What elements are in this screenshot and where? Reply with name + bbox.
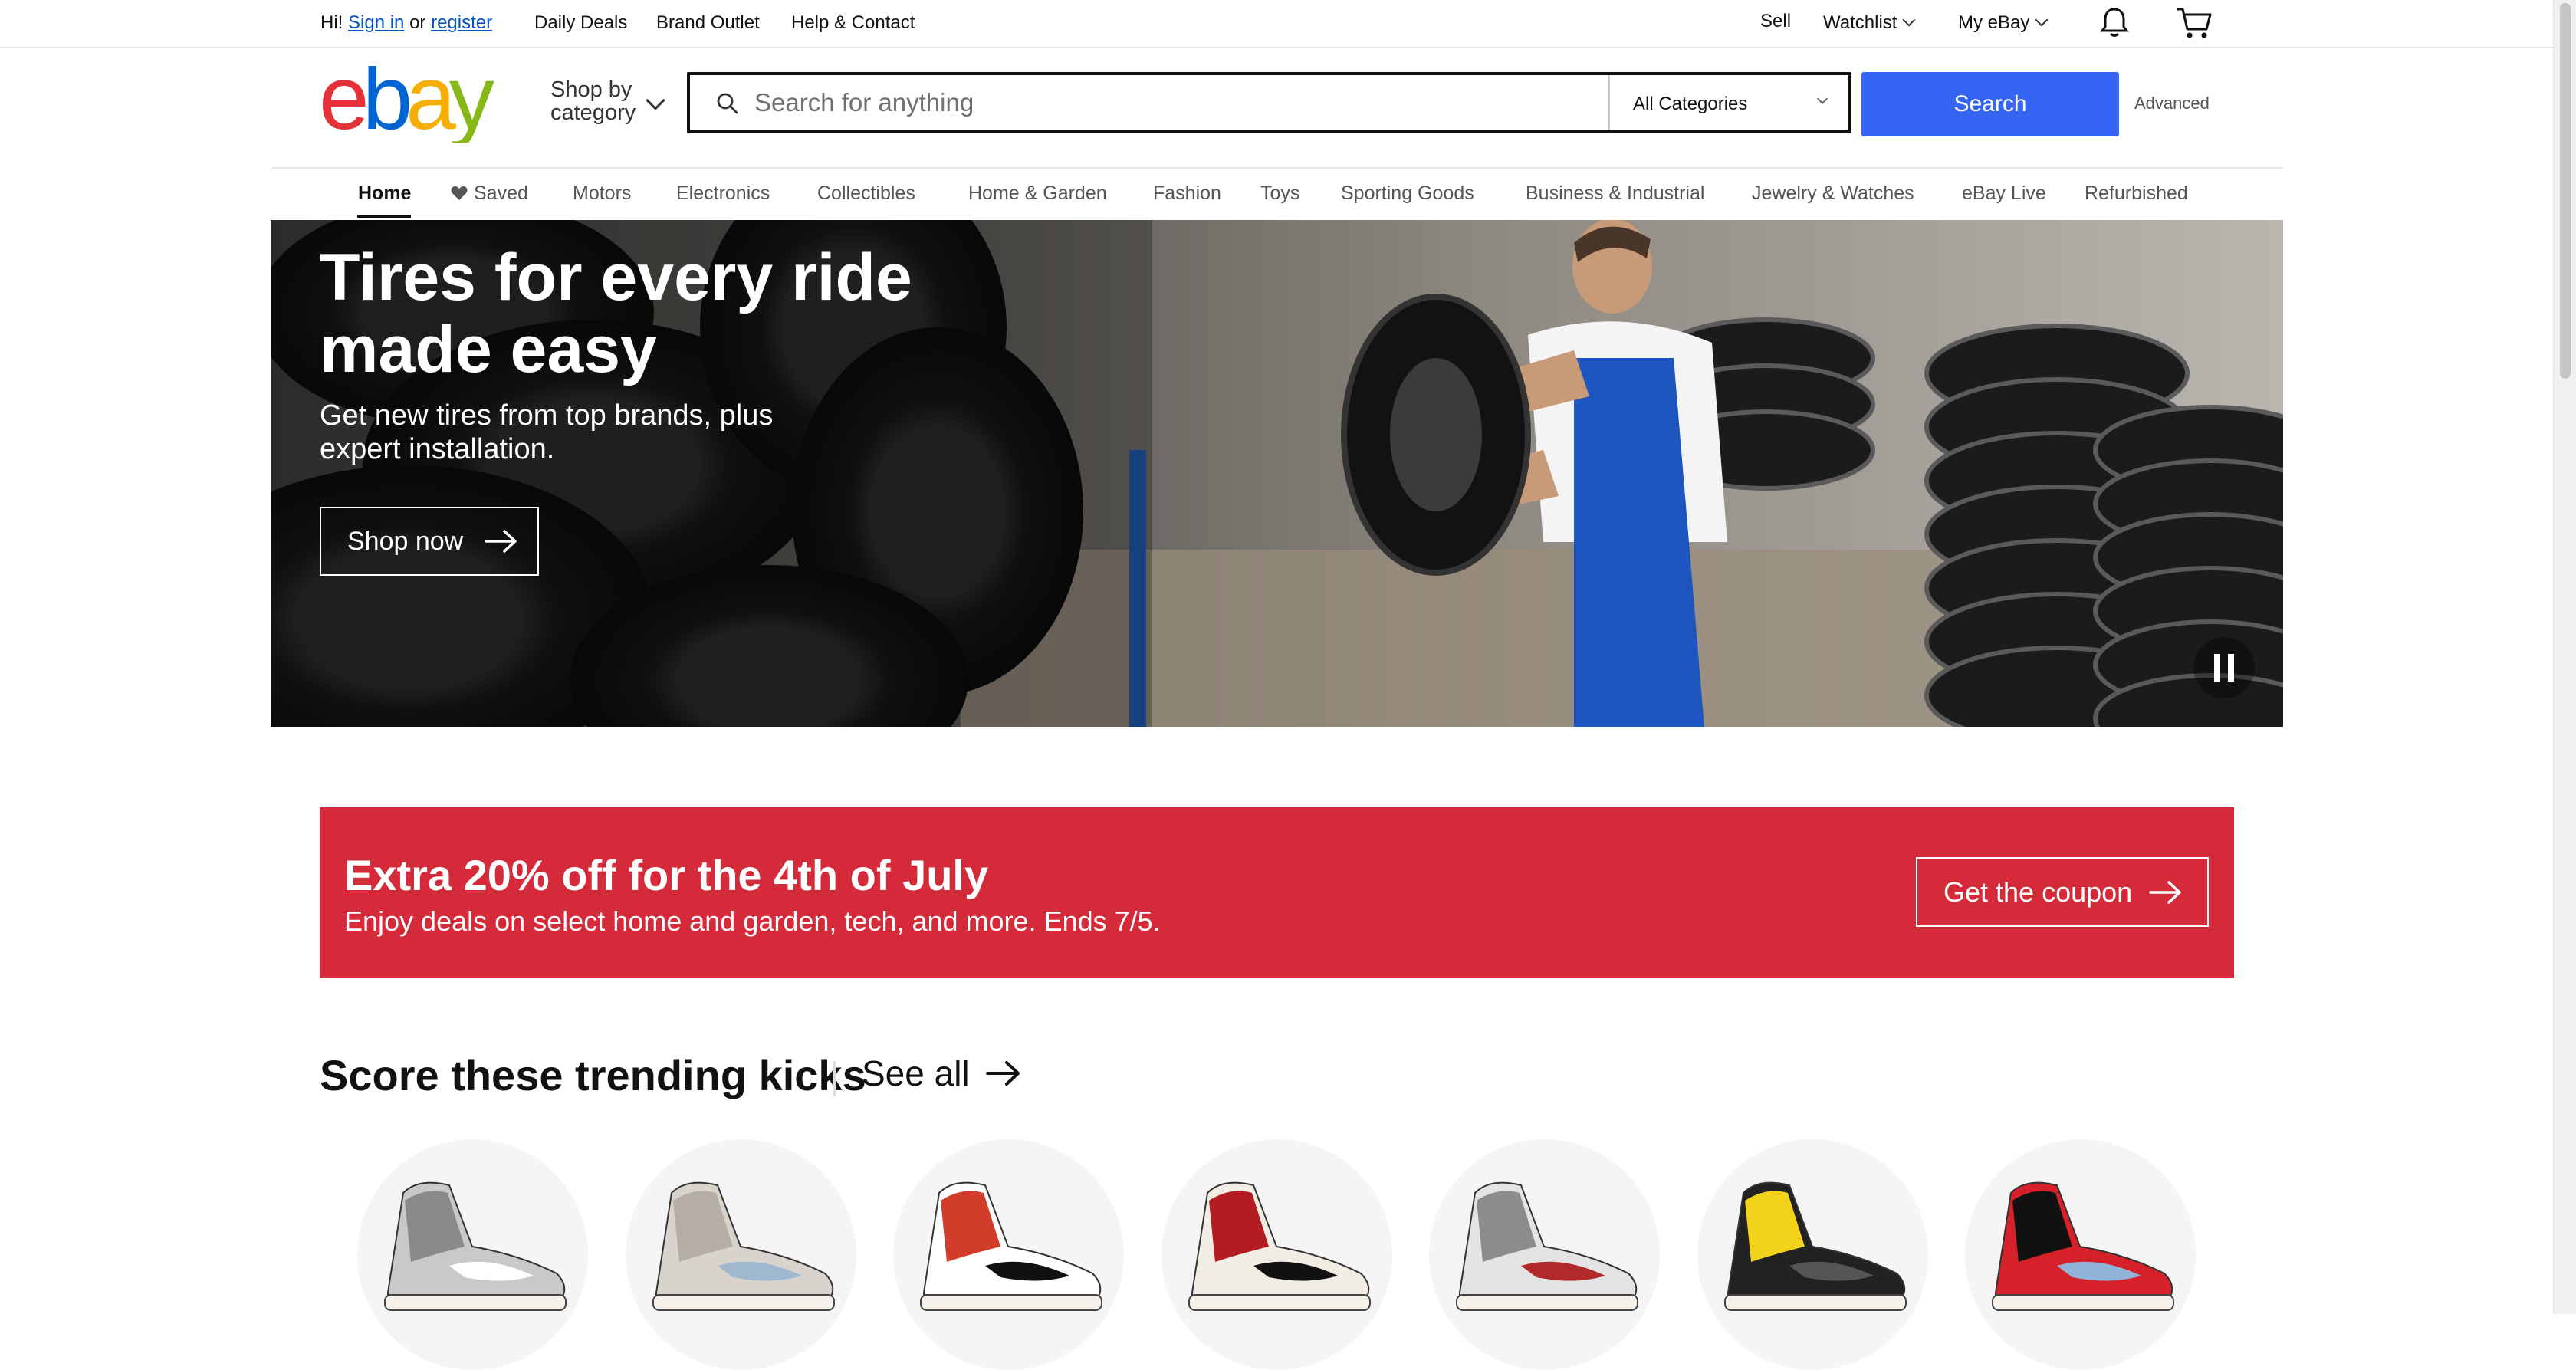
sneaker-cement-grey[interactable]	[1429, 1139, 1660, 1370]
chevron-down-icon[interactable]	[646, 90, 665, 110]
ebay-logo[interactable]: ebay	[319, 66, 501, 143]
nav-item-home-garden[interactable]: Home & Garden	[968, 182, 1107, 205]
sell-link[interactable]: Sell	[1760, 11, 1791, 32]
sneaker-sole	[1724, 1294, 1907, 1311]
bell-icon[interactable]	[2099, 6, 2130, 38]
nav-item-collectibles[interactable]: Collectibles	[817, 182, 915, 205]
section-title: Score these trending kicks	[320, 1051, 866, 1099]
hero-subtitle: Get new tires from top brands, plus expe…	[320, 399, 774, 465]
sneaker-red-suede[interactable]	[1965, 1139, 2196, 1370]
nav-item-home[interactable]: Home	[358, 182, 411, 205]
svg-text:ebay: ebay	[319, 66, 495, 143]
sneaker-red-black-high[interactable]	[1162, 1139, 1392, 1370]
nav-item-fashion[interactable]: Fashion	[1153, 182, 1221, 205]
sneaker-black-yellow[interactable]	[1697, 1139, 1928, 1370]
arrow-right-icon	[2149, 880, 2183, 905]
search-input[interactable]	[754, 75, 1521, 130]
sneaker-image	[384, 1181, 567, 1311]
daily-deals-link[interactable]: Daily Deals	[534, 12, 627, 34]
advanced-search-link[interactable]: Advanced	[2134, 94, 2210, 113]
shop-now-label: Shop now	[347, 526, 464, 556]
get-coupon-button[interactable]: Get the coupon	[1916, 857, 2209, 927]
help-contact-link[interactable]: Help & Contact	[791, 12, 915, 34]
hero-title: Tires for every ride made easy	[320, 241, 912, 386]
sign-in-link[interactable]: Sign in	[348, 12, 404, 33]
sneaker-sole	[920, 1294, 1102, 1311]
nav-item-saved-label: Saved	[474, 182, 528, 204]
cart-icon[interactable]	[2176, 6, 2213, 40]
nav-item-refurbished[interactable]: Refurbished	[2085, 182, 2188, 205]
nav-item-toys[interactable]: Toys	[1260, 182, 1300, 205]
hero-banner[interactable]: Tires for every ride made easy Get new t…	[271, 220, 2283, 727]
chevron-down-icon	[1902, 13, 1916, 27]
sneaker-red-white-high[interactable]	[893, 1139, 1124, 1370]
sneaker-image	[1724, 1181, 1907, 1311]
sneaker-image	[1456, 1181, 1638, 1311]
arrow-right-icon	[985, 1060, 1022, 1087]
sneaker-sole	[1992, 1294, 2174, 1311]
watchlist-dropdown[interactable]: Watchlist	[1823, 12, 1916, 34]
nav-item-motors[interactable]: Motors	[573, 182, 631, 205]
my-ebay-dropdown[interactable]: My eBay	[1958, 12, 2049, 34]
arrow-right-icon	[485, 529, 518, 554]
sneaker-sole	[1456, 1294, 1638, 1311]
or-text: or	[409, 12, 426, 33]
watchlist-label: Watchlist	[1823, 12, 1898, 33]
sneaker-image	[1992, 1181, 2174, 1311]
shop-by-line1: Shop by	[550, 77, 632, 102]
nav-item-electronics[interactable]: Electronics	[676, 182, 770, 205]
divider	[833, 1061, 836, 1096]
category-select[interactable]: All Categories	[1633, 94, 1747, 115]
sneaker-tan-retro[interactable]	[626, 1139, 856, 1370]
sneaker-sole	[384, 1294, 567, 1311]
sneaker-image	[1188, 1181, 1371, 1311]
nav-item-sporting-goods[interactable]: Sporting Goods	[1341, 182, 1474, 205]
chevron-down-icon	[2035, 13, 2049, 27]
nav-item-jewelry-watches[interactable]: Jewelry & Watches	[1752, 182, 1914, 205]
search-icon	[716, 92, 739, 115]
sneaker-grey-high[interactable]	[357, 1139, 588, 1370]
chevron-down-icon[interactable]	[1816, 93, 1829, 105]
vertical-scrollbar[interactable]	[2553, 0, 2576, 1314]
nav-item-saved[interactable]: Saved	[451, 182, 528, 205]
see-all-link[interactable]: See all	[862, 1053, 1022, 1094]
nav-active-indicator	[357, 215, 411, 218]
promo-title: Extra 20% off for the 4th of July	[344, 851, 989, 899]
shop-by-line2: category	[550, 100, 636, 125]
pause-icon[interactable]	[2193, 637, 2255, 698]
sneaker-image	[920, 1181, 1102, 1311]
scrollbar-thumb[interactable]	[2560, 3, 2571, 379]
greeting: Hi! Sign in or register	[320, 12, 492, 34]
my-ebay-label: My eBay	[1958, 12, 2030, 33]
sneaker-image	[652, 1181, 835, 1311]
brand-outlet-link[interactable]: Brand Outlet	[656, 12, 760, 34]
nav-divider	[271, 167, 2283, 169]
promo-banner[interactable]: Extra 20% off for the 4th of July Enjoy …	[320, 807, 2234, 978]
shop-now-button[interactable]: Shop now	[320, 507, 539, 576]
nav-item-ebay-live[interactable]: eBay Live	[1962, 182, 2046, 205]
nav-item-business-industrial[interactable]: Business & Industrial	[1526, 182, 1704, 205]
sneaker-sole	[1188, 1294, 1371, 1311]
promo-subtitle: Enjoy deals on select home and garden, t…	[344, 905, 1161, 937]
search-button[interactable]: Search	[1861, 72, 2119, 136]
see-all-label: See all	[862, 1053, 970, 1093]
search-bar: All Categories	[687, 72, 1852, 133]
top-bar: Hi! Sign in or register Daily Deals Bran…	[0, 0, 2553, 48]
divider	[1608, 75, 1610, 130]
heart-icon	[451, 186, 468, 201]
shop-by-category-button[interactable]: Shop by category	[550, 78, 636, 124]
get-coupon-label: Get the coupon	[1944, 876, 2133, 908]
register-link[interactable]: register	[431, 12, 492, 33]
sneaker-sole	[652, 1294, 835, 1311]
greeting-prefix: Hi!	[320, 12, 343, 33]
